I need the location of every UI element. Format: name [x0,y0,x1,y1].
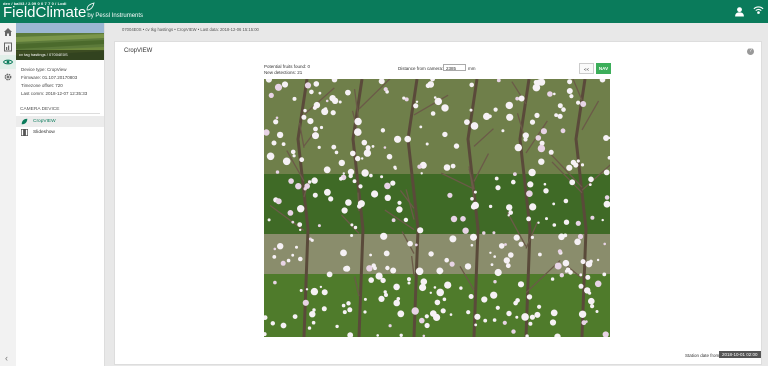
distance-label: Distance from camera: [398,66,444,71]
user-icon[interactable] [734,6,745,17]
sidebar-item-label: Slideshow [33,130,55,135]
orchard-image [264,79,610,337]
last-comm: Last comm: 2018-12-07 12:35:33 [21,91,88,96]
breadcrumb[interactable]: 07004E0S • cv tkg hastings • CropVIEW • … [122,27,259,32]
home-icon[interactable] [3,27,13,37]
sidebar-item-slideshow[interactable]: Slideshow [16,127,104,138]
device-info: Device type: CropView Firmware: 01.107.2… [21,66,87,98]
firmware: Firmware: 01.107.20170803 [21,75,78,80]
station-name: cv tag hastings / 07004E0S [19,52,68,57]
signal-icon[interactable] [753,6,764,17]
logo-byline: by Pessl Instruments [87,13,144,19]
film-icon [21,129,28,136]
distance-unit: mm [468,66,476,71]
sidebar-item-cropview[interactable]: CropVIEW [16,116,104,127]
icon-rail: ‹ [0,23,17,366]
sidebar-item-label: CropVIEW [33,119,56,124]
help-icon[interactable]: ? [747,48,754,55]
eye-icon[interactable] [3,57,13,67]
station-date-badge[interactable]: 2018-10-01 02:00 [719,351,761,358]
detection-stats: Potential fruits found: 0 New detections… [264,64,310,76]
zoom-out-button[interactable]: << [579,63,594,74]
new-detections: New detections: 21 [264,70,303,75]
nav-button[interactable]: NAV [596,63,611,74]
app-logo[interactable]: FieldClimateby Pessl Instruments [3,5,143,24]
station-icon[interactable] [3,42,13,52]
crop-photo[interactable] [264,79,610,337]
section-title: CAMERA DEVICE [20,107,60,112]
top-bar: dev / kalli3 / 2.09 0 0 7 7 0 / Lodi Fie… [0,0,768,23]
cropview-card: CropVIEW ? Potential fruits found: 0 New… [114,41,762,365]
logo-leaf-icon [86,2,95,11]
gear-icon[interactable] [3,72,13,82]
station-date-label: Station date from: [685,353,721,358]
device-type: Device type: CropView [21,67,67,72]
leaf-icon [21,118,28,125]
logo-text: FieldClimate [3,4,87,21]
timezone-offset: Timezone offset: 720 [21,83,63,88]
section-divider [20,113,100,114]
sidebar: cv tag hastings / 07004E0S Device type: … [16,23,105,366]
collapse-chevron-icon[interactable]: ‹ [5,353,8,363]
breadcrumb-bar: 07004E0S • cv tkg hastings • CropVIEW • … [105,23,768,37]
page-title: CropVIEW [124,48,153,54]
distance-input[interactable]: 2385 [443,64,466,71]
station-thumbnail[interactable]: cv tag hastings / 07004E0S [16,23,104,60]
